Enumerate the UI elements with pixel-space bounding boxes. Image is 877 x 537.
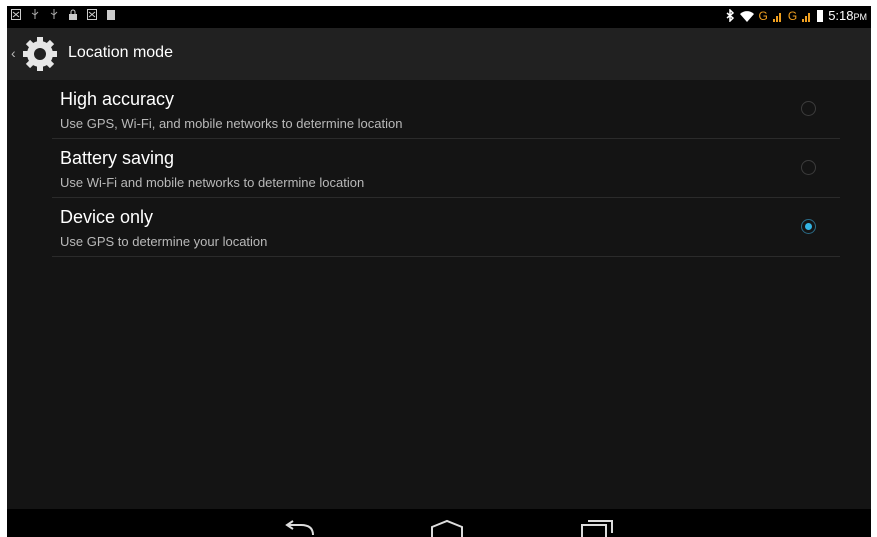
signal-icon	[772, 12, 781, 22]
up-caret-icon[interactable]: ‹	[11, 45, 16, 61]
sd-card-icon	[107, 10, 115, 20]
usb-icon	[31, 9, 39, 19]
radio-button-selected[interactable]	[801, 219, 816, 234]
radio-button[interactable]	[801, 160, 816, 175]
status-icons-right: G G 5:18PM	[726, 8, 867, 23]
notification-icon	[11, 9, 21, 20]
action-bar: ‹ Location mode	[7, 28, 871, 80]
status-bar: G G 5:18PM	[7, 6, 871, 28]
option-device-only[interactable]: Device only Use GPS to determine your lo…	[52, 198, 840, 257]
back-icon[interactable]	[283, 519, 317, 537]
signal-icon	[802, 12, 811, 22]
usb-debug-icon	[50, 9, 58, 19]
network-type-label: G	[787, 8, 798, 23]
clock-time: 5:18	[828, 8, 854, 23]
page-title: Location mode	[68, 44, 173, 61]
recents-icon[interactable]	[580, 519, 614, 537]
radio-button[interactable]	[801, 101, 816, 116]
option-title: Battery saving	[60, 148, 175, 168]
option-subtitle: Use GPS to determine your location	[60, 234, 268, 249]
option-high-accuracy[interactable]: High accuracy Use GPS, Wi-Fi, and mobile…	[52, 80, 840, 139]
network-type-label: G	[758, 8, 768, 23]
battery-icon	[817, 9, 824, 22]
notification-icon	[87, 9, 97, 20]
location-mode-list: High accuracy Use GPS, Wi-Fi, and mobile…	[52, 80, 840, 257]
option-battery-saving[interactable]: Battery saving Use Wi-Fi and mobile netw…	[52, 139, 840, 198]
gear-icon[interactable]	[21, 35, 59, 73]
option-subtitle: Use Wi-Fi and mobile networks to determi…	[60, 175, 365, 190]
option-subtitle: Use GPS, Wi-Fi, and mobile networks to d…	[60, 116, 403, 131]
screen: G G 5:18PM ‹ Location mode High accuracy…	[7, 6, 871, 537]
lock-icon	[69, 9, 77, 20]
home-icon[interactable]	[429, 519, 465, 537]
status-icons-left	[11, 9, 116, 20]
clock: 5:18PM	[828, 8, 867, 23]
option-title: Device only	[60, 207, 154, 227]
wifi-icon	[739, 10, 754, 22]
bluetooth-icon	[726, 9, 734, 22]
clock-ampm: PM	[853, 12, 868, 22]
option-title: High accuracy	[60, 89, 175, 109]
navigation-bar	[7, 509, 871, 537]
